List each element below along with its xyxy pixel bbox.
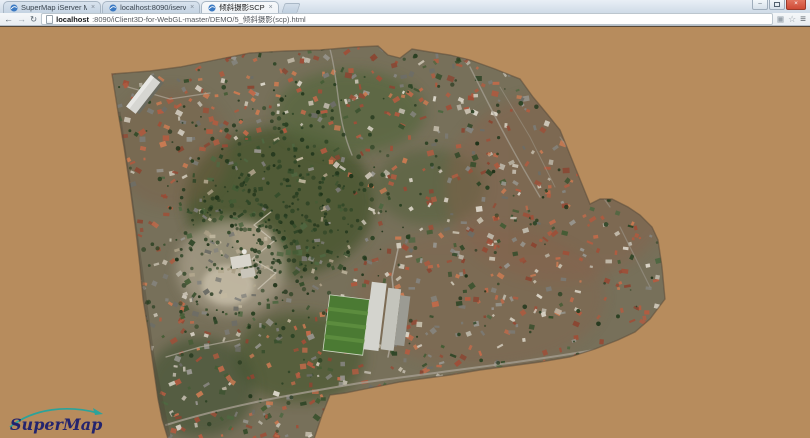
browser-window: SuperMap iServer Man × localhost:8090/is…	[0, 0, 810, 438]
window-controls: – ×	[751, 0, 806, 10]
tab-close-icon[interactable]: ×	[269, 4, 273, 11]
extension-icon[interactable]	[777, 16, 784, 23]
back-button[interactable]: ←	[4, 15, 13, 24]
tab-oblique-photography-scp[interactable]: 倾斜摄影SCP ×	[201, 1, 279, 13]
tab-title: localhost:8090/iserver/i	[120, 3, 186, 12]
tab-supermap-iserver-manager[interactable]: SuperMap iServer Man ×	[3, 1, 101, 13]
tab-strip: SuperMap iServer Man × localhost:8090/is…	[0, 0, 810, 13]
page-icon	[46, 15, 53, 24]
url-host: localhost	[56, 15, 89, 24]
bookmark-star-icon[interactable]: ☆	[788, 15, 796, 24]
page-content: SuperMap	[0, 26, 810, 438]
url-path: :8090/iClient3D-for-WebGL-master/DEMO/5_…	[92, 14, 306, 25]
minimize-button[interactable]: –	[752, 0, 768, 10]
maximize-icon	[774, 2, 780, 7]
new-tab-button[interactable]	[281, 3, 300, 13]
tab-title: 倾斜摄影SCP	[219, 2, 264, 13]
supermap-favicon-icon	[10, 4, 18, 12]
soccer-field	[323, 295, 370, 355]
tab-close-icon[interactable]: ×	[91, 4, 95, 11]
supermap-favicon-icon	[109, 4, 117, 12]
tab-close-icon[interactable]: ×	[190, 4, 194, 11]
supermap-favicon-icon	[208, 4, 216, 12]
tab-list: SuperMap iServer Man × localhost:8090/is…	[3, 1, 299, 13]
forward-button[interactable]: →	[17, 15, 26, 24]
maximize-button[interactable]	[769, 0, 785, 10]
close-button[interactable]: ×	[786, 0, 806, 10]
map-3d-scene[interactable]	[0, 27, 810, 438]
browser-toolbar: ← → ↻ localhost:8090/iClient3D-for-WebGL…	[0, 13, 810, 26]
supermap-logo: SuperMap	[6, 405, 118, 435]
address-bar[interactable]: localhost:8090/iClient3D-for-WebGL-maste…	[41, 13, 773, 25]
reload-button[interactable]: ↻	[30, 15, 37, 24]
menu-icon[interactable]: ≡	[800, 15, 806, 24]
logo-text: SuperMap	[10, 415, 102, 434]
logo-arrow-icon	[93, 408, 103, 415]
tab-localhost-iserver[interactable]: localhost:8090/iserver/i ×	[102, 1, 200, 13]
tab-title: SuperMap iServer Man	[21, 3, 87, 12]
